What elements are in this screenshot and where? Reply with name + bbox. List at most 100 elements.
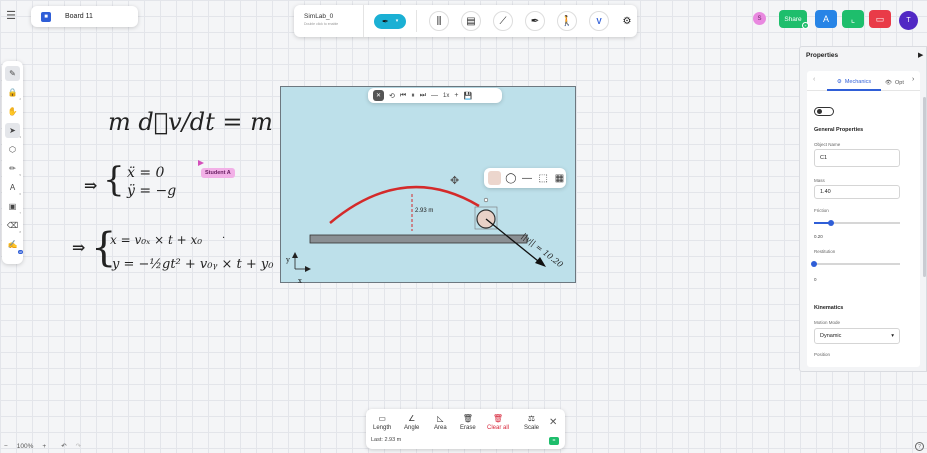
project-info[interactable]: SimLab_0 Double click to enable bbox=[294, 5, 364, 37]
zoom-out-button[interactable]: − bbox=[4, 443, 8, 450]
mass-field[interactable]: 1.40 bbox=[814, 185, 900, 199]
zoom-controls: − 100% + ↶ ↷ bbox=[4, 442, 81, 451]
friction-value: 0.20 bbox=[814, 234, 823, 239]
shapes-tool[interactable]: ⬡ bbox=[5, 142, 20, 157]
angle-tool[interactable]: ∠ Angle bbox=[404, 414, 419, 431]
undo-icon[interactable]: ↶ bbox=[61, 442, 66, 450]
playback-bar: ✕ ⟲ ⏮ ⏸ ⏭ — 1x + 💾 bbox=[368, 88, 502, 103]
zoom-in-button[interactable]: + bbox=[42, 443, 46, 450]
select-pen-tool[interactable]: ✎ bbox=[5, 66, 20, 81]
speed-label[interactable]: 1x bbox=[443, 93, 449, 99]
zoom-level[interactable]: 100% bbox=[17, 443, 34, 450]
clear-all-tool[interactable]: 🗑 Clear all bbox=[487, 414, 509, 431]
slower-icon[interactable]: — bbox=[431, 92, 438, 99]
board-selector[interactable]: ■ Board 11 bbox=[31, 6, 138, 27]
reset-icon[interactable]: ⟲ bbox=[389, 92, 395, 100]
equation-x-position: x = v₀ₓ × t + x₀ bbox=[110, 233, 203, 247]
help-icon[interactable]: ? bbox=[915, 442, 924, 451]
equation-y-accel: ÿ = −g bbox=[127, 183, 177, 199]
lock-icon: 🔒 bbox=[7, 88, 18, 97]
move-icon[interactable]: ✥ bbox=[450, 174, 459, 187]
step-back-icon[interactable]: ⏮ bbox=[400, 92, 406, 100]
pencil-tool[interactable]: ✏ 5 bbox=[5, 161, 21, 177]
text-style-button[interactable]: A bbox=[815, 10, 837, 28]
stroke-icon[interactable]: — bbox=[520, 171, 533, 185]
scrollbar[interactable] bbox=[923, 97, 926, 277]
tab-mechanics[interactable]: ⚙ Mechanics bbox=[827, 75, 881, 91]
axis-y-label: y bbox=[285, 256, 290, 264]
general-properties-section: General Properties Object Name C1 Mass 1… bbox=[810, 123, 914, 293]
redo-icon[interactable]: ↷ bbox=[76, 442, 81, 450]
select-pen-icon: ✎ bbox=[9, 69, 16, 78]
friction-slider[interactable] bbox=[814, 220, 900, 226]
ai-pen-tool[interactable]: ✍ AI bbox=[5, 237, 23, 254]
shapes-icon: ⬡ bbox=[9, 145, 16, 154]
collapse-icon[interactable]: ▶ bbox=[918, 51, 923, 59]
slider-thumb[interactable] bbox=[828, 220, 835, 226]
gear-icon[interactable]: ⚙ bbox=[617, 11, 637, 31]
rod-icon[interactable]: ⟋ bbox=[493, 11, 513, 31]
motion-mode-select[interactable]: Dynamic ▾ bbox=[814, 328, 900, 344]
fill-color-swatch[interactable] bbox=[488, 171, 502, 185]
collaborator-cursor-icon bbox=[198, 160, 204, 166]
close-icon[interactable]: ✕ bbox=[373, 90, 384, 101]
area-icon: ◺ bbox=[437, 414, 444, 423]
circle-icon[interactable]: ◯ bbox=[504, 171, 517, 185]
equation-x-accel: ẍ = 0 bbox=[127, 165, 165, 181]
menu-icon[interactable]: ☰ bbox=[5, 8, 17, 22]
step-forward-icon[interactable]: ⏭ bbox=[420, 92, 426, 100]
restitution-value: 0 bbox=[814, 277, 817, 282]
faster-icon[interactable]: + bbox=[454, 92, 458, 99]
pause-icon[interactable]: ⏸ bbox=[411, 92, 415, 100]
piston-icon[interactable]: ▤ bbox=[461, 11, 481, 31]
length-tool[interactable]: ▭ Length bbox=[373, 414, 391, 431]
crop-icon[interactable]: ⬚ bbox=[537, 171, 550, 185]
slides-button[interactable]: ▭ bbox=[869, 10, 891, 28]
spring-icon[interactable]: ⫼ bbox=[429, 11, 449, 31]
axis-x-arrowhead bbox=[305, 266, 311, 272]
lock-tool[interactable]: 🔒 2 bbox=[5, 85, 21, 101]
text-tool[interactable]: A6 bbox=[5, 180, 21, 196]
thruster-icon[interactable]: ✒ bbox=[525, 11, 545, 31]
object-name-field[interactable]: C1 bbox=[814, 149, 900, 167]
shortcut-hint: 6 bbox=[19, 192, 21, 196]
field-label: Restitution bbox=[814, 249, 836, 254]
save-icon[interactable]: 💾 bbox=[463, 92, 472, 100]
tool-label: Area bbox=[434, 425, 447, 431]
chart-button[interactable]: ⌞ bbox=[842, 10, 864, 28]
active-tool-button[interactable]: ✒ ▾ bbox=[374, 13, 406, 29]
select-value: Dynamic bbox=[820, 333, 842, 339]
panel-title: Properties bbox=[806, 52, 839, 59]
kinematics-section: Kinematics Motion Mode Dynamic ▾ Positio… bbox=[810, 299, 914, 367]
chevron-left-icon[interactable]: ‹ bbox=[813, 76, 815, 83]
chevron-right-icon[interactable]: › bbox=[912, 76, 914, 83]
tab-options[interactable]: 👁 Opt bbox=[885, 75, 904, 91]
image-icon: ▣ bbox=[8, 202, 17, 211]
tab-label: Opt bbox=[894, 80, 904, 86]
pointer-icon: ➤ bbox=[9, 126, 16, 135]
area-tool[interactable]: ◺ Area bbox=[434, 414, 447, 431]
restitution-slider[interactable] bbox=[811, 261, 900, 267]
scale-tool[interactable]: ⚖ Scale bbox=[524, 414, 539, 431]
chevron-down-icon[interactable]: ▾ bbox=[396, 18, 399, 24]
ground-platform[interactable] bbox=[309, 234, 528, 244]
hand-tool[interactable]: ✋ bbox=[5, 104, 20, 119]
apply-button[interactable]: = bbox=[549, 437, 559, 445]
slider-thumb[interactable] bbox=[811, 261, 817, 267]
eraser-tool[interactable]: ⌫ 8 bbox=[5, 218, 21, 234]
pointer-tool[interactable]: ➤ 3 bbox=[5, 123, 21, 139]
eraser-icon: ⌫ bbox=[6, 221, 19, 230]
avatar[interactable]: S bbox=[753, 12, 766, 25]
vector-icon[interactable]: V bbox=[589, 11, 609, 31]
trash-icon: 🗑 bbox=[492, 414, 504, 423]
erase-tool[interactable]: 🗑 Erase bbox=[460, 414, 476, 431]
tool-label: Scale bbox=[524, 425, 540, 431]
user-avatar[interactable]: T bbox=[899, 11, 918, 30]
image-tool[interactable]: ▣ 7 bbox=[5, 199, 21, 215]
layers-icon[interactable]: ▦ bbox=[553, 171, 566, 185]
ragdoll-icon[interactable]: 🚶 bbox=[557, 11, 577, 31]
toggle-switch[interactable] bbox=[814, 107, 834, 116]
field-label: Position bbox=[814, 352, 831, 357]
close-icon[interactable]: ✕ bbox=[549, 417, 557, 428]
rotate-handle[interactable] bbox=[483, 197, 489, 203]
